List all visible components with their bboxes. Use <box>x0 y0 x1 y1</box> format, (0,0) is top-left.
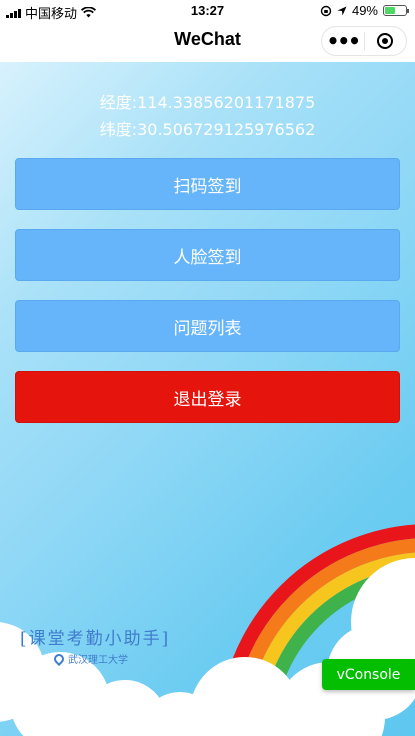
longitude-text: 经度:114.33856201171875 <box>99 93 316 112</box>
battery-icon <box>383 5 409 16</box>
battery-percent: 49% <box>351 3 378 18</box>
orientation-lock-icon <box>320 5 332 16</box>
university-name: 武汉理工大学 <box>68 655 128 666</box>
more-menu-button[interactable]: ••• <box>322 28 364 54</box>
logo-title: [课堂考勤小助手] <box>20 629 171 649</box>
location-arrow-icon <box>337 6 347 15</box>
target-icon <box>377 33 394 49</box>
nav-bar: WeChat ••• <box>0 20 415 62</box>
battery-fill <box>385 7 395 14</box>
app-logo: [课堂考勤小助手] 武汉理工大学 <box>20 624 170 666</box>
question-list-button[interactable]: 问题列表 <box>15 300 400 352</box>
vconsole-button[interactable]: vConsole <box>322 659 415 690</box>
logout-button[interactable]: 退出登录 <box>15 371 400 423</box>
scan-checkin-button[interactable]: 扫码签到 <box>15 158 400 210</box>
mini-program-capsule: ••• <box>321 26 407 56</box>
main-content: 经度:114.33856201171875 纬度:30.506729125976… <box>0 62 415 736</box>
close-mini-program-button[interactable] <box>365 33 407 49</box>
latitude-text: 纬度:30.506729125976562 <box>99 120 316 139</box>
status-bar: 中国移动 13:27 49% <box>0 0 415 21</box>
status-right: 49% <box>320 3 409 18</box>
location-pin-icon <box>51 651 67 666</box>
face-checkin-button[interactable]: 人脸签到 <box>15 229 400 281</box>
logo-subtitle: 武汉理工大学 <box>51 651 170 666</box>
